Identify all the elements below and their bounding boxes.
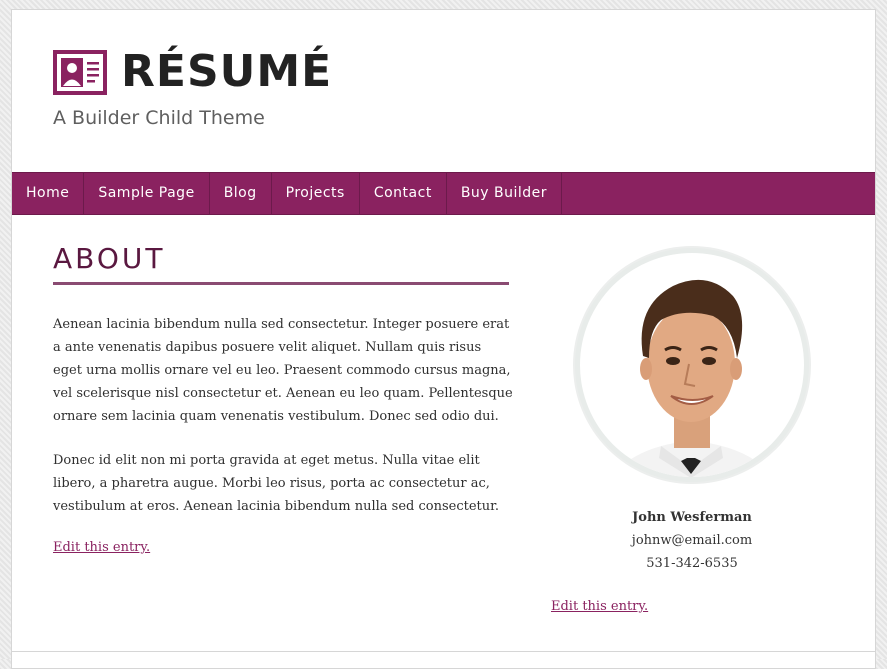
site-title[interactable]: RÉSUMÉ	[121, 44, 332, 100]
nav-item-contact[interactable]: Contact	[360, 173, 447, 214]
nav-item-sample-page[interactable]: Sample Page	[84, 173, 210, 214]
id-card-icon[interactable]	[53, 50, 107, 95]
main-nav: Home Sample Page Blog Projects Contact B…	[12, 172, 875, 215]
profile-photo	[575, 248, 809, 482]
title-divider	[53, 282, 509, 285]
avatar	[573, 246, 811, 484]
site-header: RÉSUMÉ A Builder Child Theme	[12, 10, 875, 172]
page-container: RÉSUMÉ A Builder Child Theme Home Sample…	[11, 9, 876, 669]
about-paragraph-1: Aenean lacinia bibendum nulla sed consec…	[53, 317, 513, 424]
nav-item-projects[interactable]: Projects	[272, 173, 360, 214]
nav-item-buy-builder[interactable]: Buy Builder	[447, 173, 563, 214]
content-bottom-divider	[12, 651, 875, 652]
sidebar-edit-entry-link[interactable]: Edit this entry.	[551, 599, 648, 614]
page-title: ABOUT	[53, 242, 166, 275]
nav-item-home[interactable]: Home	[12, 173, 85, 214]
site-tagline: A Builder Child Theme	[53, 107, 265, 129]
nav-item-blog[interactable]: Blog	[210, 173, 272, 214]
about-paragraph-2: Donec id elit non mi porta gravida at eg…	[53, 453, 500, 514]
profile-name: John Wesferman	[632, 510, 752, 525]
profile-email: johnw@email.com	[631, 533, 753, 548]
profile-phone: 531-342-6535	[646, 556, 738, 571]
edit-entry-link[interactable]: Edit this entry.	[53, 540, 150, 555]
